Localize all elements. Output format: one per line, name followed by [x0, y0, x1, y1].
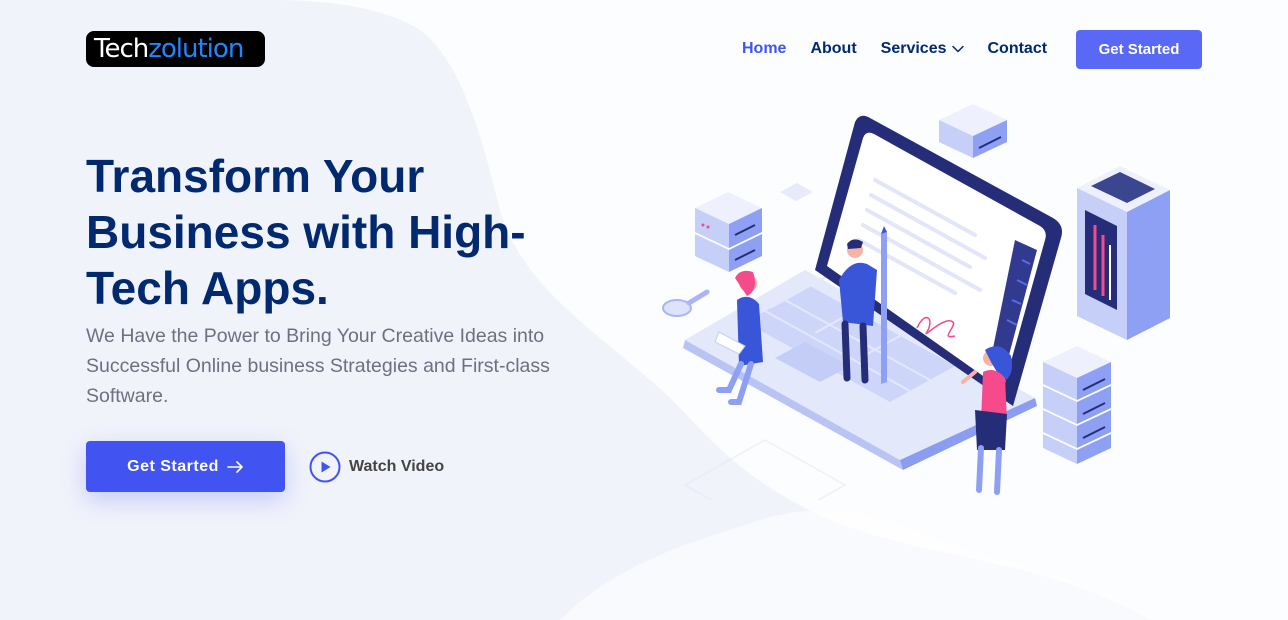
site-header: Tech zolution Home About Services Contact…: [0, 0, 1288, 98]
isometric-laptop-team-illustration: [662, 104, 1170, 500]
hero-subtitle: We Have the Power to Bring Your Creative…: [86, 325, 550, 407]
nav-link-contact[interactable]: Contact: [988, 38, 1048, 60]
server-tower-right: [1077, 166, 1170, 340]
header-get-started-button[interactable]: Get Started: [1076, 30, 1202, 69]
hero-title: Transform Your Business with High-Tech A…: [86, 150, 526, 314]
key-icon: [662, 289, 710, 317]
hero-get-started-button[interactable]: Get Started: [86, 441, 285, 492]
nav-link-home[interactable]: Home: [742, 38, 786, 60]
server-top: [939, 104, 1007, 158]
main-nav: Home About Services Contact: [742, 38, 1071, 60]
watch-video-label: Watch Video: [349, 458, 445, 475]
server-stack-right: [1043, 346, 1111, 464]
hero-get-started-label: Get Started: [127, 457, 219, 475]
chevron-down-icon: [951, 45, 964, 53]
nav-link-about[interactable]: About: [810, 38, 856, 60]
brand-logo[interactable]: Tech zolution: [86, 31, 265, 67]
watch-video-link[interactable]: Watch Video: [309, 451, 444, 483]
server-stack-left: [695, 192, 762, 272]
nav-link-services[interactable]: Services: [881, 38, 964, 60]
play-circle-icon: [309, 451, 341, 483]
arrow-right-icon: [227, 460, 243, 473]
nav-link-services-label: Services: [880, 40, 947, 57]
